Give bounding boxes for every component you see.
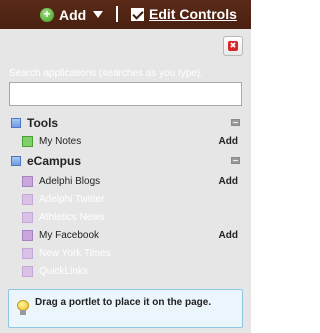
checkbox-checked-icon[interactable] <box>131 7 144 21</box>
portlet-icon <box>22 265 33 277</box>
portlet-icon <box>22 193 33 205</box>
lightbulb-icon <box>17 300 29 316</box>
caret-down-icon <box>93 11 104 18</box>
item-label: Adelphi Blogs <box>39 175 101 187</box>
list-item-adelphi-twitter: Adelphi Twitter <box>22 192 243 206</box>
search-hint: Search applications (searches as you typ… <box>9 68 203 79</box>
collapse-ecampus-icon[interactable] <box>231 157 240 164</box>
add-adelphi-blogs-button[interactable]: Add <box>219 176 238 187</box>
add-label: Add <box>59 6 87 23</box>
close-icon: ✖ <box>228 41 238 51</box>
item-label: My Facebook <box>39 229 100 241</box>
plus-icon: + <box>40 7 54 22</box>
close-panel-button[interactable]: ✖ <box>223 36 243 56</box>
folder-icon <box>11 156 21 166</box>
group-header-ecampus: eCampus <box>11 154 81 168</box>
group-header-tools: Tools <box>11 116 58 130</box>
list-item-adelphi-blogs: Adelphi Blogs Add <box>22 174 243 188</box>
list-item-my-notes: My Notes Add <box>22 134 243 148</box>
drag-tip-box: Drag a portlet to place it on the page. <box>8 289 243 328</box>
edit-controls-label: Edit Controls <box>149 6 237 22</box>
portlet-icon <box>22 247 33 259</box>
search-applications-input[interactable] <box>9 82 242 106</box>
item-label: Athletics News <box>39 211 105 223</box>
folder-icon <box>11 118 21 128</box>
list-item-my-facebook: My Facebook Add <box>22 228 243 242</box>
item-label: New York Times <box>39 247 111 259</box>
portlet-icon <box>22 175 33 187</box>
item-label: Adelphi Twitter <box>39 193 105 205</box>
list-item-quicklinks: QuickLinks <box>22 264 243 278</box>
toolbar-divider <box>116 6 118 22</box>
top-toolbar: + Add Edit Controls <box>0 0 251 29</box>
edit-controls-toggle[interactable]: Edit Controls <box>131 5 237 23</box>
collapse-tools-icon[interactable] <box>231 119 240 126</box>
group-label: eCampus <box>27 154 82 168</box>
add-menu-button[interactable]: + Add <box>40 6 104 23</box>
item-label: My Notes <box>39 135 82 147</box>
add-my-facebook-button[interactable]: Add <box>219 230 238 241</box>
item-label: QuickLinks <box>39 265 88 277</box>
tip-text: Drag a portlet to place it on the page. <box>35 297 212 308</box>
portlet-icon <box>22 229 33 241</box>
list-item-athletics-news: Athletics News <box>22 210 243 224</box>
portlet-icon <box>22 211 33 223</box>
list-item-new-york-times: New York Times <box>22 246 243 260</box>
notes-icon <box>22 135 33 147</box>
add-my-notes-button[interactable]: Add <box>219 136 238 147</box>
group-label: Tools <box>27 116 59 130</box>
